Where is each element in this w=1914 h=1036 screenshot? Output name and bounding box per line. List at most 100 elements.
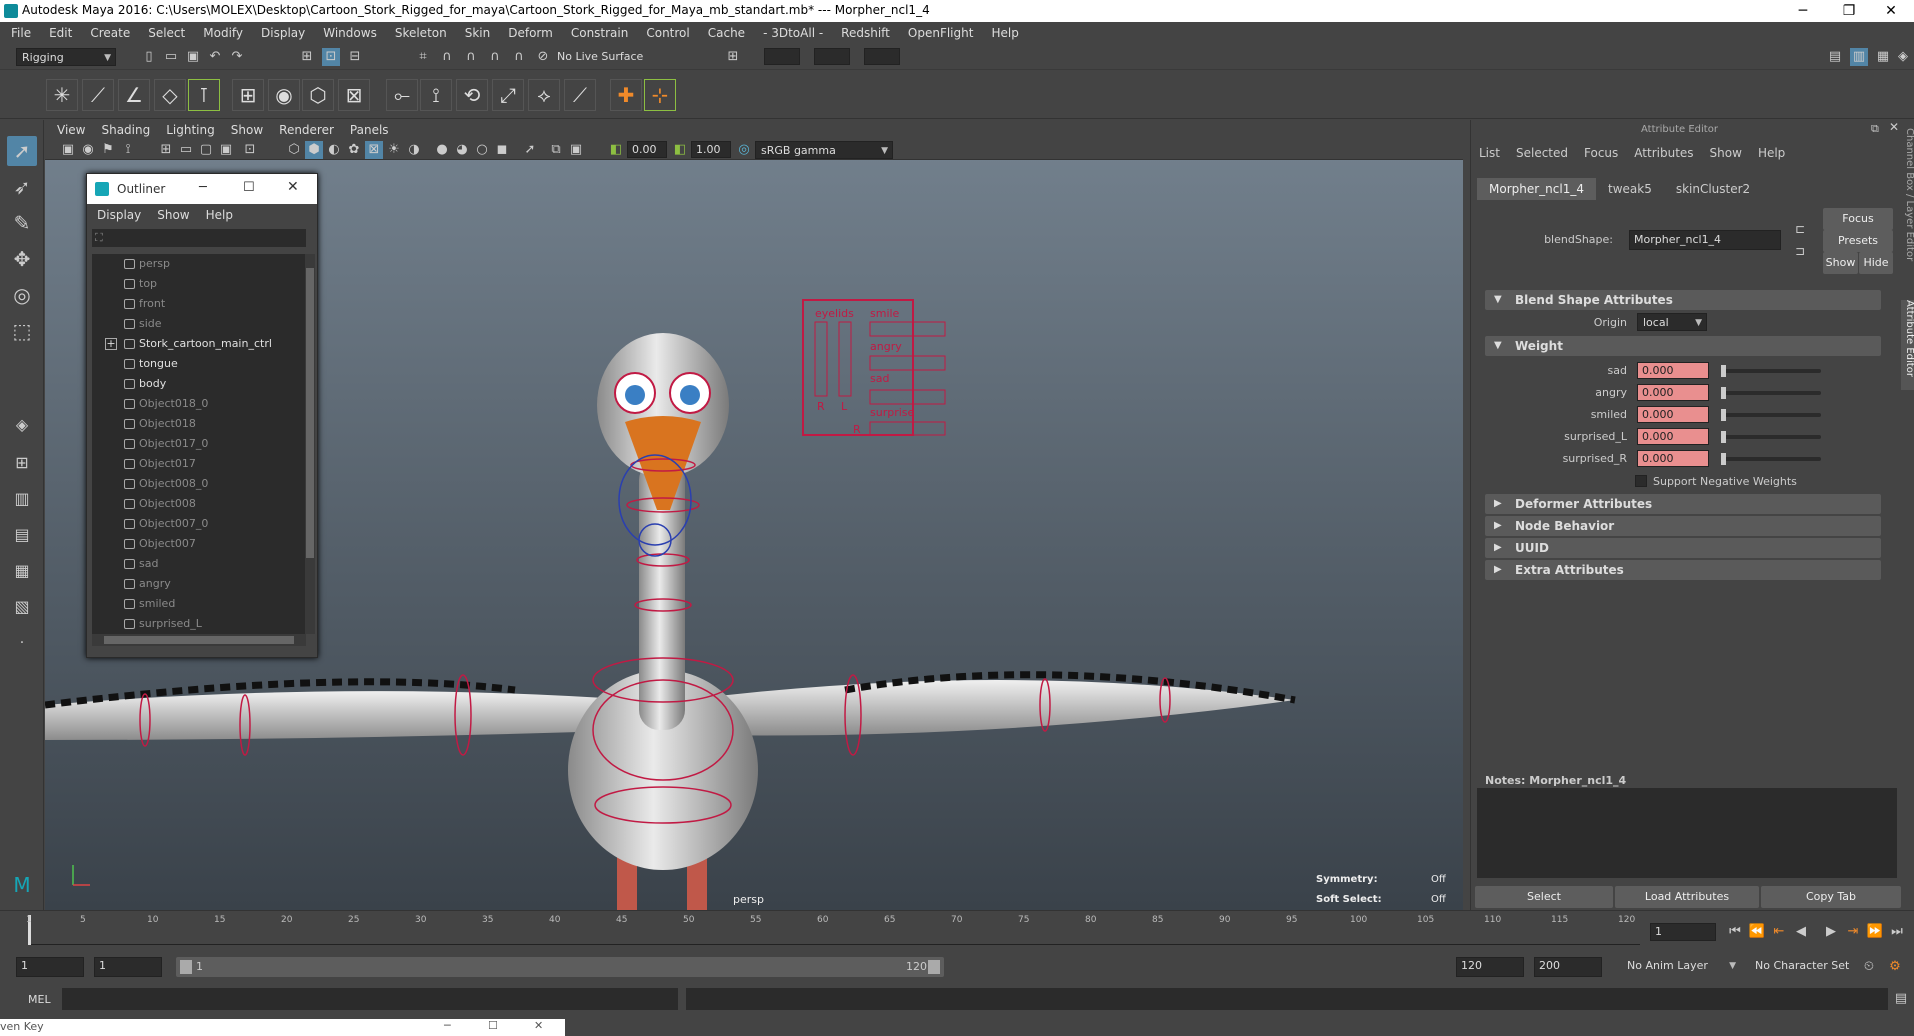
redo-icon[interactable]: ↷: [228, 48, 246, 66]
snap-curve-icon[interactable]: ∩: [438, 48, 456, 66]
make-live-icon[interactable]: ⊘: [534, 48, 552, 66]
single-perspective-layout-icon[interactable]: ◈: [7, 410, 37, 440]
parent-constraint-icon[interactable]: ⟡: [528, 79, 560, 111]
color-management-icon[interactable]: ◎: [735, 141, 753, 159]
menu-create[interactable]: Create: [81, 22, 139, 44]
gate-mask-icon[interactable]: ▣: [217, 141, 235, 159]
section-node-behavior[interactable]: ▶ Node Behavior: [1485, 516, 1881, 536]
select-component-icon[interactable]: ⊟: [346, 48, 364, 66]
live-surface-field[interactable]: No Live Surface: [552, 48, 650, 66]
cluster-icon[interactable]: ⊠: [338, 79, 370, 111]
locator-icon[interactable]: ✚: [610, 79, 642, 111]
bottom-window-close-button[interactable]: ✕: [534, 1019, 543, 1032]
rotate-tool-icon[interactable]: ◎: [7, 280, 37, 310]
menu-edit[interactable]: Edit: [40, 22, 81, 44]
bottom-window-maximize-button[interactable]: ☐: [488, 1019, 498, 1032]
hide-button[interactable]: Hide: [1859, 252, 1893, 274]
surprise-r-slider[interactable]: [869, 421, 946, 436]
z-field[interactable]: [864, 48, 900, 65]
go-to-start-icon[interactable]: ⏮: [1726, 923, 1744, 941]
step-back-frame-icon[interactable]: ⇤: [1770, 923, 1788, 941]
outliner-minimize-button[interactable]: ─: [199, 180, 207, 195]
film-gate-icon[interactable]: ▭: [177, 141, 195, 159]
section-blend-shape-attributes[interactable]: ▼ Blend Shape Attributes: [1485, 290, 1881, 310]
focus-button[interactable]: Focus: [1823, 208, 1893, 230]
transform-constraint-icon[interactable]: ⊞: [724, 48, 742, 66]
ambient-occlusion-icon[interactable]: ●: [433, 141, 451, 159]
list-item[interactable]: body: [92, 374, 306, 394]
paint-weights-icon[interactable]: ◉: [268, 79, 300, 111]
layout-menu-icon[interactable]: ·: [7, 628, 37, 658]
list-item[interactable]: Object018: [92, 414, 306, 434]
list-item[interactable]: Object008_0: [92, 474, 306, 494]
tab-morpher[interactable]: Morpher_ncl1_4: [1477, 178, 1596, 200]
snap-view-icon[interactable]: ∩: [486, 48, 504, 66]
list-item[interactable]: Object008: [92, 494, 306, 514]
outliner-menu-display[interactable]: Display: [89, 204, 149, 226]
tab-tweak5[interactable]: tweak5: [1596, 178, 1664, 200]
start-time-field[interactable]: 1: [16, 957, 84, 977]
snap-grid-icon[interactable]: ⌗: [414, 48, 432, 66]
snap-surface-icon[interactable]: ∩: [510, 48, 528, 66]
aim-constraint-icon[interactable]: ⟟: [420, 79, 452, 111]
vp-menu-show[interactable]: Show: [223, 120, 271, 140]
list-item[interactable]: Object007: [92, 534, 306, 554]
open-scene-icon[interactable]: ▭: [162, 48, 180, 66]
play-backwards-icon[interactable]: ◀: [1792, 923, 1810, 941]
list-item[interactable]: Object018_0: [92, 394, 306, 414]
copy-tab-button[interactable]: Copy Tab: [1761, 886, 1901, 908]
list-item[interactable]: sad: [92, 554, 306, 574]
list-item[interactable]: side: [92, 314, 306, 334]
menu-display[interactable]: Display: [252, 22, 314, 44]
list-item[interactable]: + Stork_cartoon_main_ctrl: [92, 334, 306, 354]
weight-slider-surprised-l[interactable]: [1721, 431, 1821, 443]
outliner-hscrollbar[interactable]: [92, 634, 306, 646]
menu-constrain[interactable]: Constrain: [562, 22, 638, 44]
exposure-icon[interactable]: ◧: [607, 141, 625, 159]
timeline-track[interactable]: [28, 915, 1640, 945]
list-item[interactable]: top: [92, 274, 306, 294]
modeling-toolkit-icon[interactable]: ▤: [1826, 48, 1844, 66]
field-chart-icon[interactable]: ⊡: [241, 141, 259, 159]
menu-deform[interactable]: Deform: [499, 22, 562, 44]
step-forward-key-icon[interactable]: ⏩: [1866, 923, 1884, 941]
tool-settings-icon[interactable]: ▦: [1874, 48, 1892, 66]
bottom-window-minimize-button[interactable]: ─: [444, 1019, 451, 1032]
point-constraint-icon[interactable]: ⟜: [386, 79, 418, 111]
menu-set-dropdown[interactable]: Rigging ▼: [16, 48, 116, 66]
play-forwards-icon[interactable]: ▶: [1822, 923, 1840, 941]
camera-select-icon[interactable]: ▣: [59, 141, 77, 159]
eyelid-slider-l[interactable]: [838, 321, 852, 397]
step-forward-frame-icon[interactable]: ⇥: [1844, 923, 1862, 941]
gamma-icon[interactable]: ◧: [671, 141, 689, 159]
list-item[interactable]: Object017_0: [92, 434, 306, 454]
orient-constraint-icon[interactable]: ⟲: [456, 79, 488, 111]
move-tool-icon[interactable]: ✥: [7, 244, 37, 274]
pole-vector-icon[interactable]: ⟋: [564, 79, 596, 111]
output-connections-icon[interactable]: ⊐: [1795, 244, 1805, 258]
minimize-button[interactable]: ─: [1780, 0, 1826, 22]
vp-menu-lighting[interactable]: Lighting: [158, 120, 223, 140]
bookmark-icon[interactable]: ⚑: [99, 141, 117, 159]
go-to-end-icon[interactable]: ⏭: [1888, 923, 1906, 941]
character-set-dropdown[interactable]: No Character Set: [1750, 957, 1864, 977]
origin-dropdown[interactable]: local ▼: [1637, 313, 1707, 331]
slider-handle[interactable]: [1721, 409, 1726, 421]
show-button[interactable]: Show: [1823, 252, 1858, 274]
filter-icon[interactable]: ⛶: [95, 231, 103, 245]
insert-joint-icon[interactable]: ◇: [154, 79, 186, 111]
weight-field-surprised-r[interactable]: 0.000: [1637, 450, 1709, 467]
scale-constraint-icon[interactable]: ⤢: [492, 79, 524, 111]
xray-joints-icon[interactable]: ⊠: [365, 141, 383, 159]
ik-handle-icon[interactable]: ⟋: [82, 79, 114, 111]
select-object-icon[interactable]: ⊡: [322, 48, 340, 66]
float-panel-icon[interactable]: ⧉: [1871, 122, 1879, 136]
menu-select[interactable]: Select: [139, 22, 194, 44]
grease-pencil-icon[interactable]: ⧉: [547, 141, 565, 159]
outliner-menu-show[interactable]: Show: [149, 204, 197, 226]
color-space-dropdown[interactable]: sRGB gamma ▼: [755, 141, 893, 159]
menu-control[interactable]: Control: [637, 22, 698, 44]
ae-menu-show[interactable]: Show: [1702, 146, 1750, 160]
restore-button[interactable]: ❐: [1826, 0, 1872, 22]
ik-spline-icon[interactable]: ∠: [118, 79, 150, 111]
